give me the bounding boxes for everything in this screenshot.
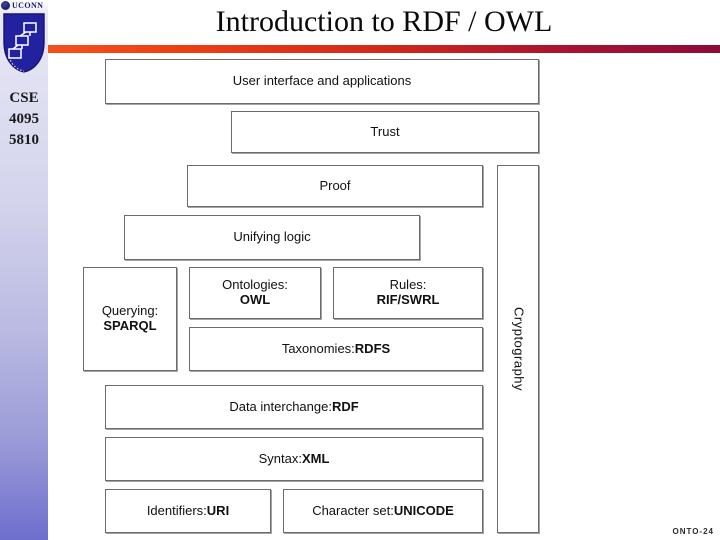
slide-canvas: UCONN CSE 4095 5810 Introduction to RDF …	[0, 0, 720, 540]
slide-footer-code: ONTO-24	[672, 527, 714, 536]
stack-value-rif-swrl: RIF/SWRL	[376, 292, 440, 307]
stack-label-user-interface: User interface and applications	[232, 73, 412, 89]
course-number-primary: 4095	[9, 111, 39, 127]
stack-value-xml: XML	[301, 450, 330, 466]
semantic-web-stack-diagram: User interface and applications Trust Pr…	[83, 55, 555, 540]
stack-box-identifiers: Identifiers: URI	[105, 489, 271, 533]
course-number-secondary: 5810	[9, 132, 39, 148]
stack-value-rdf: RDF	[331, 398, 359, 414]
stack-box-rules: Rules: RIF/SWRL	[333, 267, 483, 319]
stack-value-owl: OWL	[239, 292, 271, 307]
stack-label-taxonomies: Taxonomies:	[281, 340, 355, 356]
slide-title: Introduction to RDF / OWL	[215, 5, 553, 38]
stack-label-character-set: Character set:	[312, 502, 394, 518]
stack-label-data-interchange: Data interchange:	[229, 398, 332, 414]
stack-box-cryptography: Cryptography	[497, 165, 539, 533]
course-dept: CSE	[9, 90, 39, 106]
left-sidebar-band: UCONN CSE 4095 5810	[0, 0, 48, 540]
uconn-seal-icon	[1, 1, 10, 10]
stack-box-taxonomies: Taxonomies: RDFS	[189, 327, 483, 371]
stack-box-querying: Querying: SPARQL	[83, 267, 177, 371]
stack-box-ontologies: Ontologies: OWL	[189, 267, 321, 319]
stack-box-syntax: Syntax: XML	[105, 437, 483, 481]
stack-box-trust: Trust	[231, 111, 539, 153]
stack-box-unifying-logic: Unifying logic	[124, 215, 420, 260]
course-code-block: CSE 4095 5810	[0, 88, 48, 151]
uconn-wordmark: UCONN	[1, 0, 47, 11]
stack-label-identifiers: Identifiers:	[146, 502, 207, 518]
stack-label-ontologies: Ontologies:	[222, 277, 288, 293]
stack-label-querying: Querying:	[101, 303, 159, 319]
stack-box-user-interface: User interface and applications	[105, 59, 539, 104]
stack-value-sparql: SPARQL	[103, 318, 157, 333]
stack-box-data-interchange: Data interchange: RDF	[105, 385, 483, 429]
title-underline-rule	[48, 45, 720, 53]
stack-value-unicode: UNICODE	[393, 502, 454, 518]
stack-label-unifying-logic: Unifying logic	[233, 229, 311, 245]
stack-label-proof: Proof	[319, 177, 351, 193]
stack-value-rdfs: RDFS	[354, 340, 391, 356]
stack-label-syntax: Syntax:	[258, 450, 302, 466]
stack-label-rules: Rules:	[389, 277, 427, 293]
stack-box-character-set: Character set: UNICODE	[283, 489, 483, 533]
stack-value-uri: URI	[206, 502, 230, 518]
uconn-wordmark-label: UCONN	[12, 1, 44, 10]
uconn-shield-logo-icon	[3, 13, 45, 73]
stack-box-proof: Proof	[187, 165, 483, 207]
stack-label-trust: Trust	[370, 123, 400, 139]
stack-label-cryptography: Cryptography	[511, 306, 527, 392]
